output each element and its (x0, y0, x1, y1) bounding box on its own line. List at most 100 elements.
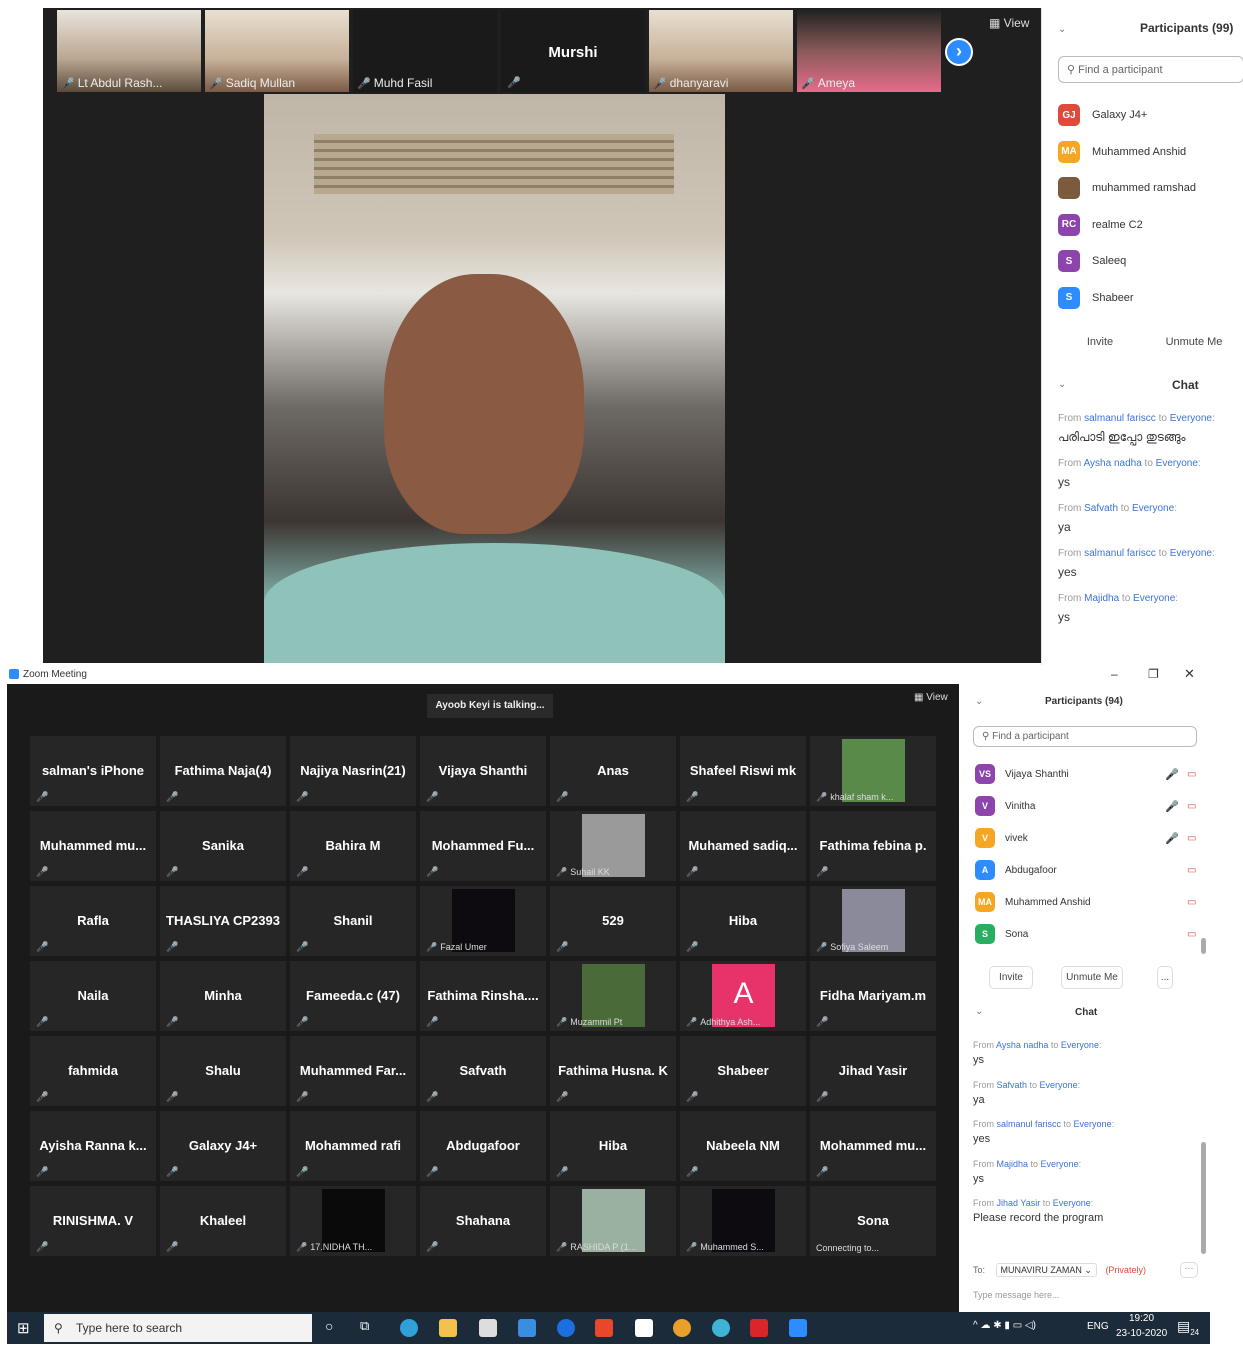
task-view-icon[interactable]: ⧉ (360, 1318, 369, 1334)
more-button[interactable]: ... (1157, 966, 1173, 989)
chat-sender[interactable]: salmanul fariscc (1084, 413, 1156, 424)
file-explorer-icon[interactable] (439, 1319, 457, 1337)
gallery-tile[interactable]: 🎤 Sofiya Saleem (810, 886, 936, 956)
gallery-tile[interactable]: 🎤 RASHIDA P (1... (550, 1186, 676, 1256)
invite-button[interactable]: Invite (989, 966, 1033, 989)
video-thumbnail[interactable]: 🎤 Ameya (797, 10, 941, 92)
gallery-tile[interactable]: Shanil 🎤 (290, 886, 416, 956)
gallery-tile[interactable]: Fathima febina p. 🎤 (810, 811, 936, 881)
gallery-tile[interactable]: Anas 🎤 (550, 736, 676, 806)
participant-row[interactable]: VS Vijaya Shanthi 🎤 ▭ (975, 764, 1196, 784)
gallery-tile[interactable]: Khaleel 🎤 (160, 1186, 286, 1256)
gallery-tile[interactable]: Shalu 🎤 (160, 1036, 286, 1106)
chat-message-input[interactable]: Type message here... (973, 1290, 1060, 1300)
chat-sender[interactable]: Safvath (997, 1080, 1028, 1090)
language-indicator[interactable]: ENG (1087, 1321, 1109, 1332)
participant-row[interactable]: V Vinitha 🎤 ▭ (975, 796, 1196, 816)
participant-row[interactable]: S Sona ▭ (975, 924, 1196, 944)
gallery-tile[interactable]: Nabeela NM 🎤 (680, 1111, 806, 1181)
gallery-tile[interactable]: 529 🎤 (550, 886, 676, 956)
gallery-tile[interactable]: Muhamed sadiq... 🎤 (680, 811, 806, 881)
gallery-tile[interactable]: THASLIYA CP2393 🎤 (160, 886, 286, 956)
chat-sender[interactable]: Safvath (1084, 503, 1118, 514)
notifications-icon[interactable]: ▤24 (1177, 1318, 1199, 1337)
participants-scrollbar[interactable] (1201, 938, 1206, 954)
gallery-tile[interactable]: RINISHMA. V 🎤 (30, 1186, 156, 1256)
clock-date[interactable]: 23-10-2020 (1116, 1328, 1167, 1339)
collapse-chat-icon[interactable]: ⌄ (1058, 379, 1066, 390)
gallery-tile[interactable]: Muhammed Far... 🎤 (290, 1036, 416, 1106)
chat-sender[interactable]: Majidha (997, 1159, 1029, 1169)
edge-icon[interactable] (400, 1319, 418, 1337)
participant-row[interactable]: MA Muhammed Anshid ▭ (975, 892, 1196, 912)
gallery-tile[interactable]: Ayisha Ranna k... 🎤 (30, 1111, 156, 1181)
video-thumbnail[interactable]: 🎤 Lt Abdul Rash... (57, 10, 201, 92)
store-icon[interactable] (479, 1319, 497, 1337)
gallery-tile[interactable]: Minha 🎤 (160, 961, 286, 1031)
video-thumbnail[interactable]: 🎤 dhanyaravi (649, 10, 793, 92)
gallery-tile[interactable]: Naila 🎤 (30, 961, 156, 1031)
clock-time[interactable]: 19:20 (1129, 1313, 1154, 1324)
participant-row[interactable]: S Shabeer (1058, 286, 1134, 309)
zoom-taskbar-icon[interactable] (789, 1319, 807, 1337)
participant-row[interactable]: MA Muhammed Anshid (1058, 140, 1186, 163)
chat-more-icon[interactable]: ··· (1180, 1262, 1198, 1278)
gallery-tile[interactable]: salman's iPhone 🎤 (30, 736, 156, 806)
gallery-tile[interactable]: Fidha Mariyam.m 🎤 (810, 961, 936, 1031)
gallery-tile[interactable]: A 🎤 Adhithya Ash... (680, 961, 806, 1031)
gallery-tile[interactable]: 🎤 17.NIDHA TH... (290, 1186, 416, 1256)
gallery-tile[interactable]: Bahira M 🎤 (290, 811, 416, 881)
office-icon[interactable] (595, 1319, 613, 1337)
participant-search-input[interactable]: ⚲ Find a participant (1058, 56, 1243, 83)
gallery-tile[interactable]: Muhammed mu... 🎤 (30, 811, 156, 881)
gallery-tile[interactable]: Rafla 🎤 (30, 886, 156, 956)
gallery-tile[interactable]: Galaxy J4+ 🎤 (160, 1111, 286, 1181)
gallery-tile[interactable]: 🎤 khalaf sham k... (810, 736, 936, 806)
invite-button[interactable]: Invite (1082, 331, 1118, 353)
gallery-tile[interactable]: Sona Connecting to... (810, 1186, 936, 1256)
minimize-icon[interactable]: – (1111, 667, 1118, 681)
participant-row[interactable]: muhammed ramshad (1058, 177, 1196, 199)
participant-row[interactable]: S Saleeq (1058, 250, 1126, 272)
notepad-icon[interactable] (635, 1319, 653, 1337)
chat-sender[interactable]: Majidha (1084, 593, 1119, 604)
gallery-tile[interactable]: Safvath 🎤 (420, 1036, 546, 1106)
unmute-me-button[interactable]: Unmute Me (1061, 966, 1123, 989)
chat-sender[interactable]: Aysha nadha (1084, 458, 1142, 469)
gallery-tile[interactable]: fahmida 🎤 (30, 1036, 156, 1106)
gallery-tile[interactable]: 🎤 Muzammil Pt (550, 961, 676, 1031)
browser-icon[interactable] (712, 1319, 730, 1337)
view-button[interactable]: ▦ View (989, 16, 1029, 30)
participant-row[interactable]: Vvivek 🎤 ▭ (975, 828, 1196, 848)
gallery-tile[interactable]: Shahana 🎤 (420, 1186, 546, 1256)
participant-row[interactable]: RC realme C2 (1058, 213, 1143, 236)
gallery-tile[interactable]: Mohammed rafi 🎤 (290, 1111, 416, 1181)
unmute-me-button[interactable]: Unmute Me (1162, 331, 1226, 353)
mail-icon[interactable] (518, 1319, 536, 1337)
gallery-tile[interactable]: Vijaya Shanthi 🎤 (420, 736, 546, 806)
chat-sender[interactable]: Aysha nadha (996, 1040, 1048, 1050)
chrome-icon[interactable] (673, 1319, 691, 1337)
recipient-dropdown[interactable]: MUNAVIRU ZAMAN ⌄ (995, 1263, 1097, 1277)
gallery-tile[interactable]: Mohammed mu... 🎤 (810, 1111, 936, 1181)
participant-row[interactable]: GJ Galaxy J4+ (1058, 104, 1147, 126)
gallery-tile[interactable]: Fathima Naja(4) 🎤 (160, 736, 286, 806)
video-thumbnail[interactable]: Murshi 🎤 (501, 10, 645, 92)
gallery-tile[interactable]: Hiba 🎤 (550, 1111, 676, 1181)
gallery-tile[interactable]: Shafeel Riswi mk 🎤 (680, 736, 806, 806)
gallery-tile[interactable]: Jihad Yasir 🎤 (810, 1036, 936, 1106)
chat-scrollbar[interactable] (1201, 1142, 1206, 1254)
cortana-icon[interactable]: ○ (325, 1318, 333, 1334)
video-thumbnail[interactable]: 🎤 Sadiq Mullan (205, 10, 349, 92)
gallery-tile[interactable]: Fathima Rinsha.... 🎤 (420, 961, 546, 1031)
close-icon[interactable]: ✕ (1184, 666, 1195, 682)
participant-search-input[interactable]: ⚲ Find a participant (973, 726, 1197, 747)
chat-sender[interactable]: Jihad Yasir (997, 1198, 1041, 1208)
people-icon[interactable] (557, 1319, 575, 1337)
collapse-chat-icon[interactable]: ⌄ (975, 1006, 983, 1017)
acrobat-icon[interactable] (750, 1319, 768, 1337)
video-thumbnail[interactable]: 🎤 Muhd Fasil (353, 10, 497, 92)
gallery-tile[interactable]: Hiba 🎤 (680, 886, 806, 956)
chat-sender[interactable]: salmanul fariscc (1084, 548, 1156, 559)
gallery-tile[interactable]: 🎤 Fazal Umer (420, 886, 546, 956)
